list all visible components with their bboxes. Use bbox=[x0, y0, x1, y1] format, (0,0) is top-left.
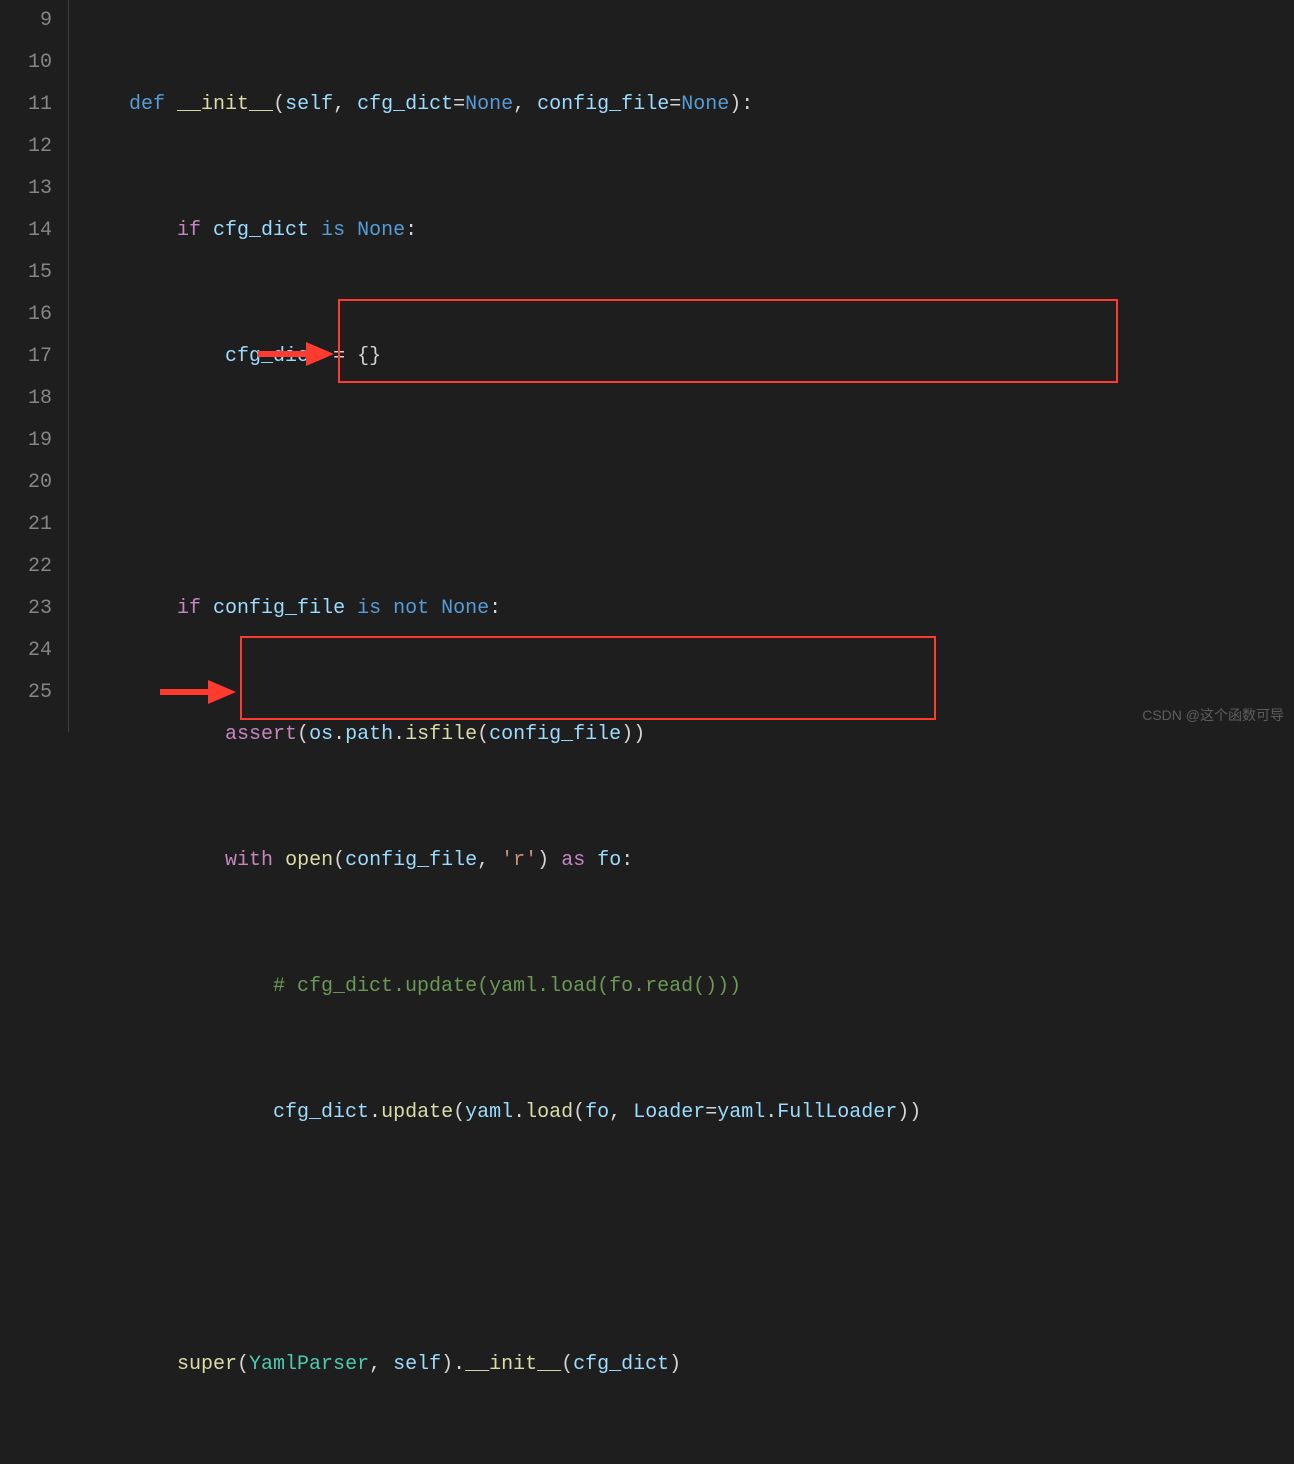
code-line[interactable] bbox=[81, 462, 1294, 504]
line-number: 9 bbox=[0, 0, 52, 42]
keyword-if: if bbox=[177, 597, 201, 620]
watermark: CSDN @这个函数可导 bbox=[1142, 708, 1284, 722]
const-none: None bbox=[357, 219, 405, 242]
operator-isnot: is not bbox=[357, 597, 429, 620]
variable: cfg_dict bbox=[213, 219, 309, 242]
line-number: 23 bbox=[0, 588, 52, 630]
variable: config_file bbox=[345, 849, 477, 872]
operator-is: is bbox=[321, 219, 345, 242]
class-ref: FullLoader bbox=[777, 1101, 897, 1124]
line-number: 24 bbox=[0, 630, 52, 672]
param: cfg_dict bbox=[357, 93, 453, 116]
line-number: 12 bbox=[0, 126, 52, 168]
code-line[interactable]: assert(os.path.isfile(config_file)) bbox=[81, 714, 1294, 756]
variable: cfg_dict bbox=[573, 1353, 669, 1376]
const-none: None bbox=[681, 93, 729, 116]
module: os bbox=[309, 723, 333, 746]
code-line[interactable]: # cfg_dict.update(yaml.load(fo.read())) bbox=[81, 966, 1294, 1008]
method-call: __init__ bbox=[465, 1353, 561, 1376]
keyword-as: as bbox=[561, 849, 585, 872]
param-self: self bbox=[285, 93, 333, 116]
line-number: 10 bbox=[0, 42, 52, 84]
code-line[interactable] bbox=[81, 1218, 1294, 1260]
line-number: 13 bbox=[0, 168, 52, 210]
code-line[interactable]: with open(config_file, 'r') as fo: bbox=[81, 840, 1294, 882]
method-call: update bbox=[381, 1101, 453, 1124]
code-line[interactable]: def __init__(self, cfg_dict=None, config… bbox=[81, 84, 1294, 126]
variable: config_file bbox=[489, 723, 621, 746]
line-number: 25 bbox=[0, 672, 52, 714]
variable: fo bbox=[597, 849, 621, 872]
comment: # cfg_dict.update(yaml.load(fo.read())) bbox=[273, 975, 741, 998]
keyword-def: def bbox=[129, 93, 165, 116]
class-ref: YamlParser bbox=[249, 1353, 369, 1376]
function-call: open bbox=[285, 849, 333, 872]
param-self: self bbox=[393, 1353, 441, 1376]
line-number: 15 bbox=[0, 252, 52, 294]
operator: = bbox=[333, 345, 345, 368]
line-number: 11 bbox=[0, 84, 52, 126]
keyword-if: if bbox=[177, 219, 201, 242]
keyword-with: with bbox=[225, 849, 273, 872]
variable: cfg_dict bbox=[225, 345, 321, 368]
code-line[interactable]: if config_file is not None: bbox=[81, 588, 1294, 630]
variable: fo bbox=[585, 1101, 609, 1124]
variable: cfg_dict bbox=[273, 1101, 369, 1124]
line-number: 20 bbox=[0, 462, 52, 504]
const-none: None bbox=[441, 597, 489, 620]
line-number-gutter: 9 10 11 12 13 14 15 16 17 18 19 20 21 22… bbox=[0, 0, 68, 732]
line-number: 21 bbox=[0, 504, 52, 546]
line-number: 19 bbox=[0, 420, 52, 462]
line-number: 22 bbox=[0, 546, 52, 588]
code-line[interactable]: super(YamlParser, self).__init__(cfg_dic… bbox=[81, 1344, 1294, 1386]
line-number: 14 bbox=[0, 210, 52, 252]
line-number: 17 bbox=[0, 336, 52, 378]
function-name: __init__ bbox=[177, 93, 273, 116]
code-editor[interactable]: 9 10 11 12 13 14 15 16 17 18 19 20 21 22… bbox=[0, 0, 1294, 732]
keyword-assert: assert bbox=[225, 723, 297, 746]
variable: config_file bbox=[213, 597, 345, 620]
function-call: isfile bbox=[405, 723, 477, 746]
string: 'r' bbox=[501, 849, 537, 872]
line-number: 18 bbox=[0, 378, 52, 420]
code-line[interactable]: if cfg_dict is None: bbox=[81, 210, 1294, 252]
function-call: load bbox=[525, 1101, 573, 1124]
line-number: 16 bbox=[0, 294, 52, 336]
code-line[interactable]: cfg_dict = {} bbox=[81, 336, 1294, 378]
param: config_file bbox=[537, 93, 669, 116]
module: yaml bbox=[465, 1101, 513, 1124]
const-none: None bbox=[465, 93, 513, 116]
kwarg: Loader bbox=[633, 1101, 705, 1124]
module: yaml bbox=[717, 1101, 765, 1124]
function-call: super bbox=[177, 1353, 237, 1376]
attr: path bbox=[345, 723, 393, 746]
code-area[interactable]: def __init__(self, cfg_dict=None, config… bbox=[69, 0, 1294, 732]
code-line[interactable]: cfg_dict.update(yaml.load(fo, Loader=yam… bbox=[81, 1092, 1294, 1134]
